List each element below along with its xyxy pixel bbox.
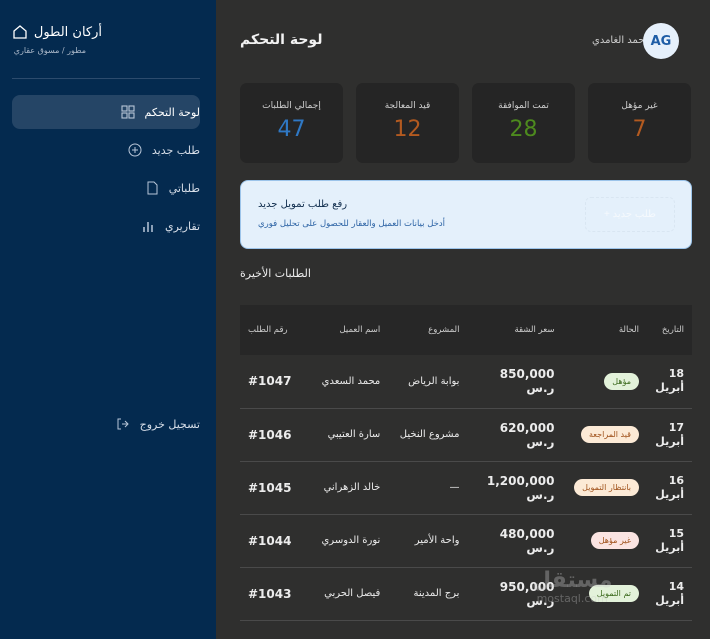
date-cell: 17 أبريل xyxy=(647,408,692,462)
price-cell: 480,000 ر.س xyxy=(467,514,563,568)
sidebar-item-label: لوحة التحكم xyxy=(144,105,200,119)
sidebar: أركان الطول مطور / مسوق عقاري لوحة التحك… xyxy=(0,0,216,639)
client-cell: سارة العتيبي xyxy=(310,408,389,462)
sidebar-item-label: تقاريري xyxy=(164,219,200,233)
recent-requests-table: التاريخ الحالة سعر الشقة المشروع اسم العميل ر… xyxy=(240,305,692,621)
stat-card-ineligible: غير مؤهل 7 xyxy=(588,83,691,163)
divider xyxy=(12,78,200,79)
grid-icon xyxy=(120,105,135,119)
status-cell: قيد المراجعة xyxy=(562,408,647,462)
stat-value: 12 xyxy=(393,117,422,142)
sidebar-item-dashboard[interactable]: لوحة التحكم xyxy=(12,95,200,129)
status-cell: غير مؤهل xyxy=(562,514,647,568)
table-row[interactable]: 15 أبريل غير مؤهل 480,000 ر.س واحة الأمير نو… xyxy=(240,514,692,568)
new-request-button[interactable]: طلب جديد + xyxy=(585,197,675,232)
logout-label: تسجيل خروج xyxy=(139,417,200,431)
column-header: الحالة xyxy=(618,325,639,335)
price-cell: 850,000 ر.س xyxy=(467,355,563,409)
client-cell: فيصل الحربي xyxy=(310,567,389,621)
client-cell: خالد الزهراني xyxy=(310,461,389,515)
table-row[interactable]: 18 أبريل مؤهل 850,000 ر.س بوابة الرياض محمد … xyxy=(240,355,692,409)
stat-value: 47 xyxy=(277,117,306,142)
new-request-banner: رفع طلب تمويل جديد أدخل بيانات العميل وا… xyxy=(240,180,692,249)
logout-icon xyxy=(117,418,129,430)
price-cell: 620,000 ر.س xyxy=(467,408,563,462)
status-cell: بانتظار التمويل xyxy=(562,461,647,515)
table-row[interactable]: 14 أبريل تم التمويل 950,000 ر.س برج المدينة… xyxy=(240,567,692,621)
column-header: رقم الطلب xyxy=(248,325,288,335)
table-header: التاريخ الحالة سعر الشقة المشروع اسم العميل ر… xyxy=(240,305,692,355)
stat-value: 28 xyxy=(509,117,538,142)
date-cell: 18 أبريل xyxy=(647,355,692,409)
sidebar-item-label: طلب جديد xyxy=(151,143,200,157)
status-cell: مؤهل xyxy=(562,355,647,409)
main-content: لوحة التحكم أحمد الغامدي AG إجمالي الطلب… xyxy=(216,0,710,639)
brand-name: أركان الطول xyxy=(33,24,102,40)
sidebar-item-label: طلباتي xyxy=(168,181,200,195)
id-cell: #1045 xyxy=(240,461,310,515)
project-cell: واحة الأمير xyxy=(388,514,468,568)
column-header: اسم العميل xyxy=(339,325,381,335)
column-header: المشروع xyxy=(428,325,460,335)
client-cell: محمد السعدي xyxy=(310,355,389,409)
stat-label: غير مؤهل xyxy=(621,101,658,111)
column-header: سعر الشقة xyxy=(514,325,555,335)
date-cell: 14 أبريل xyxy=(647,567,692,621)
stat-value: 7 xyxy=(632,117,647,142)
status-badge: بانتظار التمويل xyxy=(574,479,639,496)
column-header: التاريخ xyxy=(661,325,684,335)
plus-circle-icon xyxy=(128,143,142,157)
project-cell: برج المدينة xyxy=(388,567,468,621)
bar-chart-icon xyxy=(143,222,153,232)
project-cell: بوابة الرياض xyxy=(388,355,468,409)
stat-label: إجمالي الطلبات xyxy=(262,101,321,111)
logout-button[interactable]: تسجيل خروج xyxy=(12,407,200,441)
price-cell: 1,200,000 ر.س xyxy=(467,461,563,515)
stat-card-processing: قيد المعالجة 12 xyxy=(356,83,459,163)
id-cell: #1046 xyxy=(240,408,310,462)
banner-subtitle: أدخل بيانات العميل والعقار للحصول على تح… xyxy=(258,219,446,229)
stat-card-approved: تمت الموافقة 28 xyxy=(472,83,575,163)
recent-requests-title: الطلبات الأخيرة xyxy=(240,267,311,280)
status-badge: مؤهل xyxy=(604,372,639,390)
client-cell: نورة الدوسري xyxy=(310,514,389,568)
sidebar-item-my-requests[interactable]: طلباتي xyxy=(12,171,200,205)
table-row[interactable]: 17 أبريل قيد المراجعة 620,000 ر.س مشروع الن… xyxy=(240,408,692,462)
banner-title: رفع طلب تمويل جديد xyxy=(258,199,348,210)
file-icon xyxy=(147,181,158,195)
date-cell: 16 أبريل xyxy=(647,461,692,515)
id-cell: #1043 xyxy=(240,567,310,621)
watermark-text: مستقل xyxy=(532,568,613,593)
project-cell: — xyxy=(388,461,468,515)
home-icon xyxy=(13,25,27,39)
status-badge: غير مؤهل xyxy=(590,532,639,549)
stat-label: تمت الموافقة xyxy=(498,101,549,111)
project-cell: مشروع النخيل xyxy=(388,408,468,462)
watermark-domain: mostaql.com xyxy=(536,592,608,605)
avatar[interactable]: AG xyxy=(643,23,679,59)
brand-subtitle: مطور / مسوق عقاري xyxy=(13,46,86,55)
id-cell: #1044 xyxy=(240,514,310,568)
stat-label: قيد المعالجة xyxy=(384,101,431,111)
sidebar-item-reports[interactable]: تقاريري xyxy=(12,209,200,243)
page-title: لوحة التحكم xyxy=(240,32,323,48)
brand: أركان الطول xyxy=(12,24,102,40)
id-cell: #1047 xyxy=(240,355,310,409)
sidebar-item-new-request[interactable]: طلب جديد xyxy=(12,133,200,167)
stat-card-total: إجمالي الطلبات 47 xyxy=(240,83,343,163)
user-name: أحمد الغامدي xyxy=(592,35,648,46)
watermark: مستقل mostaql.com xyxy=(532,568,613,608)
status-badge: قيد المراجعة xyxy=(581,426,639,443)
table-row[interactable]: 16 أبريل بانتظار التمويل 1,200,000 ر.س — خال… xyxy=(240,461,692,515)
date-cell: 15 أبريل xyxy=(647,514,692,568)
